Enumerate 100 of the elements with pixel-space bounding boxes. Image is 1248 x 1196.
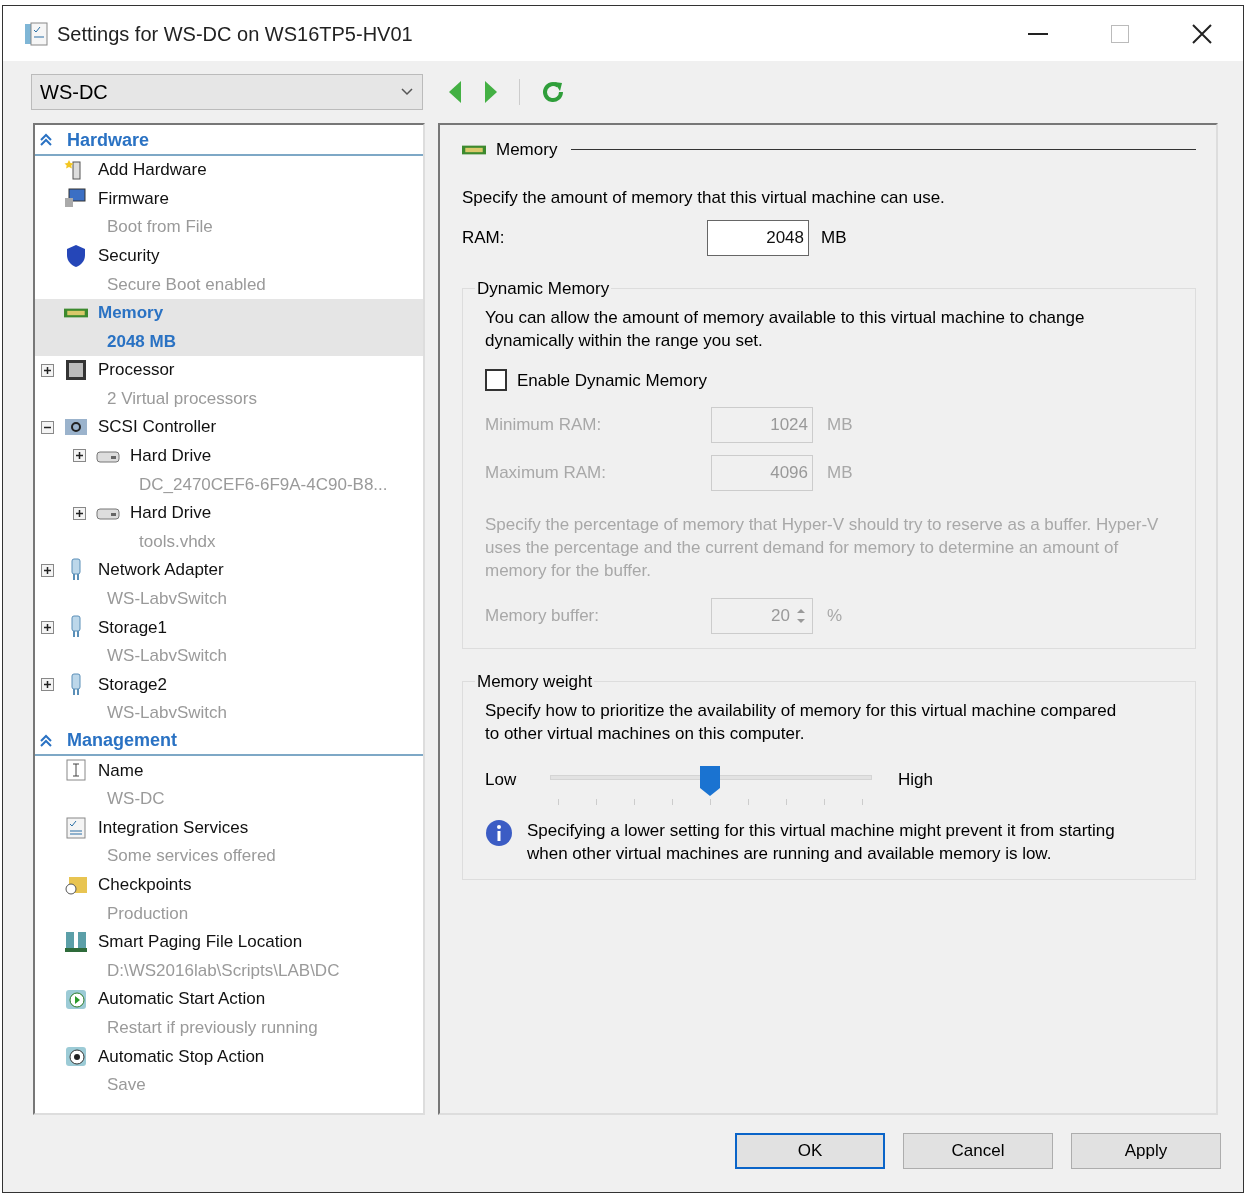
tree-item[interactable]: Processor 2 Virtual processors xyxy=(35,355,423,413)
low-label: Low xyxy=(485,768,518,791)
section-title: Hardware xyxy=(67,128,150,152)
chevron-down-icon xyxy=(400,87,414,97)
item-detail: 2048 MB xyxy=(107,330,176,353)
tree-item[interactable]: Smart Paging File Location D:\WS2016lab\Scripts\LAB\DC xyxy=(35,927,423,985)
section-title: Management xyxy=(67,729,178,753)
item-label: SCSI Controller xyxy=(98,416,217,439)
checkbox-label: Enable Dynamic Memory xyxy=(517,369,707,392)
expand-icon[interactable] xyxy=(73,449,86,463)
tree-item[interactable]: Checkpoints Production xyxy=(35,870,423,928)
item-label: Automatic Stop Action xyxy=(98,1045,265,1068)
stop-icon xyxy=(64,1044,88,1069)
item-detail: WS-LabvSwitch xyxy=(107,645,227,668)
close-icon xyxy=(1192,23,1212,44)
item-label: Automatic Start Action xyxy=(98,988,266,1011)
collapse-chevrons-icon xyxy=(39,133,53,148)
buffer-description: Specify the percentage of memory that Hyper-V should try to reserve as a buffer. Hyper-V uses the percentage and the current demand for memory to determine an amount of memory for the buffer. xyxy=(485,514,1160,582)
field-label: Minimum RAM: xyxy=(485,414,603,437)
expand-icon[interactable] xyxy=(73,506,86,520)
item-detail: Secure Boot enabled xyxy=(107,273,266,296)
section-header[interactable]: Management xyxy=(35,727,423,757)
field-value: 1024 xyxy=(770,414,808,437)
tree-item[interactable]: Storage2 WS-LabvSwitch xyxy=(35,670,423,728)
item-label: Security xyxy=(98,244,160,267)
item-detail: Save xyxy=(107,1074,146,1097)
expand-icon[interactable] xyxy=(41,620,54,634)
item-label: Network Adapter xyxy=(98,559,224,582)
field-label: Maximum RAM: xyxy=(485,462,607,485)
item-label: Integration Services xyxy=(98,816,249,839)
tree-item[interactable]: Security Secure Boot enabled xyxy=(35,241,423,299)
refresh-icon[interactable] xyxy=(540,79,566,105)
item-detail: D:\WS2016lab\Scripts\LAB\DC xyxy=(107,959,340,982)
item-detail: WS-LabvSwitch xyxy=(107,588,227,611)
collapse-chevrons-icon xyxy=(39,733,53,748)
unit-label: MB xyxy=(827,462,853,485)
item-label: Checkpoints xyxy=(98,874,192,896)
item-detail: Boot from File xyxy=(107,216,213,239)
tree-item[interactable]: Hard Drive tools.vhdx xyxy=(35,498,423,556)
item-label: Hard Drive xyxy=(130,445,212,468)
item-label: Hard Drive xyxy=(130,502,212,525)
expand-icon[interactable] xyxy=(41,678,54,692)
field-value: 20 xyxy=(771,605,790,628)
item-detail: 2 Virtual processors xyxy=(107,387,257,410)
tree-item[interactable]: Firmware Boot from File xyxy=(35,184,423,242)
item-label: Add Hardware xyxy=(98,159,207,182)
item-detail: WS-LabvSwitch xyxy=(107,702,227,725)
processor-icon xyxy=(64,358,88,383)
item-label: Processor xyxy=(98,359,175,382)
tree-item[interactable]: Storage1 WS-LabvSwitch xyxy=(35,613,423,671)
tree-item[interactable]: Integration Services Some services offered xyxy=(35,813,423,871)
shield-icon xyxy=(64,243,88,268)
group-title: Dynamic Memory xyxy=(476,278,611,300)
item-label: Storage2 xyxy=(98,673,167,696)
section-header[interactable]: Hardware xyxy=(35,127,423,156)
unit-label: % xyxy=(827,605,843,628)
item-detail: Some services offered xyxy=(107,845,276,868)
description-text: You can allow the amount of memory available to this virtual machine to change dynamically within the range you set. xyxy=(485,306,1086,352)
dialog-button[interactable]: OK xyxy=(735,1133,885,1169)
memory-chip-icon xyxy=(462,144,486,155)
memory-chip-icon xyxy=(64,307,88,318)
item-detail: Restart if previously running xyxy=(107,1016,318,1039)
tree-item[interactable]: Automatic Start Action Restart if previously running xyxy=(35,984,423,1042)
paging-file-icon xyxy=(64,929,88,954)
collapse-icon[interactable] xyxy=(41,420,54,434)
tree-item[interactable]: Network Adapter WS-LabvSwitch xyxy=(35,555,423,614)
field-label: Memory buffer: xyxy=(485,605,600,628)
checklist-icon xyxy=(64,815,88,840)
item-label: Smart Paging File Location xyxy=(98,931,303,954)
number-field[interactable]: 2048 xyxy=(707,220,809,256)
item-detail: Production xyxy=(107,902,189,925)
item-detail: tools.vhdx xyxy=(139,530,216,553)
section-heading: Memory xyxy=(496,139,558,161)
tree-item[interactable]: SCSI Controller xyxy=(35,412,423,442)
maximize-icon xyxy=(1111,24,1129,43)
unit-label: MB xyxy=(821,227,847,250)
description-text: Specify how to prioritize the availability of memory for this virtual machine compared to other virtual machines on this computer. xyxy=(485,699,1118,745)
dropdown-value: WS-DC xyxy=(40,80,108,105)
tree-item[interactable]: Add Hardware xyxy=(35,155,423,185)
tree-item[interactable]: Hard Drive DC_2470CEF6-6F9A-4C90-B8... xyxy=(35,441,423,499)
settings-checklist-icon xyxy=(23,20,49,47)
info-text: Specifying a lower setting for this virtual machine might prevent it from starting when other virtual machines are running and available memory is low. xyxy=(527,819,1116,865)
field-value: 2048 xyxy=(766,227,804,250)
play-icon xyxy=(64,987,88,1012)
expand-icon[interactable] xyxy=(41,363,54,377)
tree-item[interactable]: Automatic Stop Action Save xyxy=(35,1042,423,1100)
slider-thumb[interactable] xyxy=(699,764,721,797)
item-label: Name xyxy=(98,759,144,782)
item-label: Firmware xyxy=(98,187,169,210)
dialog-button[interactable]: Apply xyxy=(1071,1133,1221,1169)
high-label: High xyxy=(898,768,933,791)
dialog-button[interactable]: Cancel xyxy=(903,1133,1053,1169)
unit-label: MB xyxy=(827,414,853,437)
vm-dropdown[interactable]: WS-DC xyxy=(31,74,423,110)
expand-icon[interactable] xyxy=(41,563,54,577)
item-detail: WS-DC xyxy=(107,788,165,811)
checkbox[interactable] xyxy=(485,369,507,392)
tree-item[interactable]: Memory 2048 MB xyxy=(35,298,423,356)
tree-item[interactable]: Name WS-DC xyxy=(35,756,423,814)
description-text: Specify the amount of memory that this virtual machine can use. xyxy=(462,186,946,209)
